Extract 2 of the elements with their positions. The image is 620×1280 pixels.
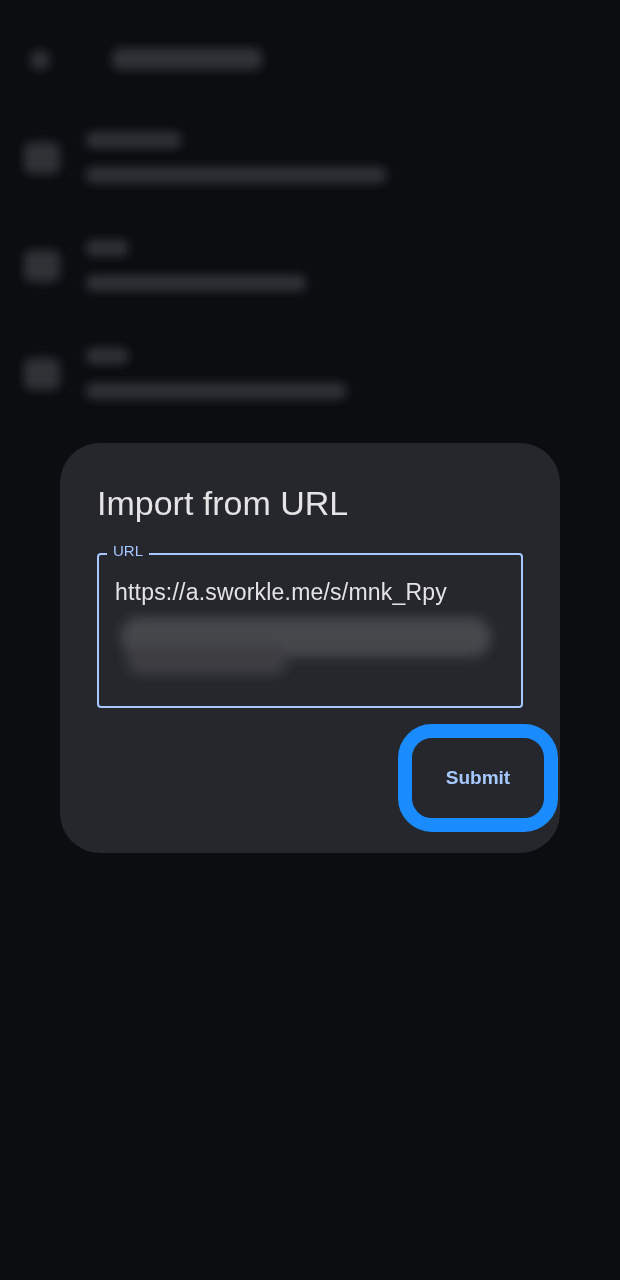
dialog-title: Import from URL <box>97 483 350 523</box>
url-value: https://a.sworkle.me/s/mnk_Rpy <box>115 579 447 605</box>
